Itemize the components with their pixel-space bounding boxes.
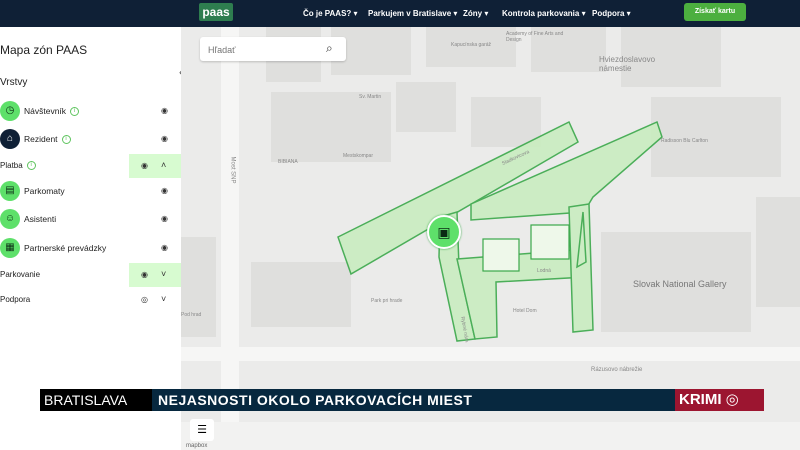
chevron-up-icon[interactable]: ˄ bbox=[161, 160, 166, 170]
eye-icon[interactable]: ◉ bbox=[161, 186, 168, 195]
group-highlight bbox=[129, 263, 181, 287]
search-icon[interactable]: ⌕ bbox=[326, 41, 333, 56]
eye-slash-icon[interactable]: ◎ bbox=[141, 295, 148, 304]
eye-icon[interactable]: ◉ bbox=[161, 106, 168, 115]
layer-parkomaty[interactable]: ▤ Parkomaty ◉ bbox=[0, 179, 181, 205]
group-label: Podpora bbox=[0, 295, 31, 304]
map-label: Slovak National Gallery bbox=[633, 279, 727, 289]
group-highlight bbox=[129, 154, 181, 178]
eye-icon[interactable]: ◉ bbox=[141, 161, 148, 170]
map-svg bbox=[181, 27, 800, 450]
nav-item-parkujem[interactable]: Parkujem v Bratislave ▾ bbox=[368, 0, 457, 27]
layer-rezident[interactable]: ⌂ Rezident i ◉ bbox=[0, 127, 181, 153]
parking-meter-marker-icon[interactable]: ▣ bbox=[427, 215, 461, 249]
channel-logo: KRIMI ◎ bbox=[675, 389, 764, 411]
group-parkovanie[interactable]: Parkovanie ◉ ˅ bbox=[0, 263, 181, 287]
clock-icon: ◷ bbox=[0, 101, 20, 121]
layer-label: Asistenti bbox=[24, 214, 57, 224]
assistant-icon: ☺ bbox=[0, 209, 20, 229]
eye-icon[interactable]: ◉ bbox=[161, 243, 168, 252]
top-navigation-bar: paas Čo je PAAS? ▾ Parkujem v Bratislave… bbox=[0, 0, 800, 27]
chevron-down-icon[interactable]: ˅ bbox=[161, 269, 166, 279]
group-label: Platba bbox=[0, 161, 23, 170]
map-label: BIBIANA bbox=[278, 159, 298, 165]
layer-navstevnik[interactable]: ◷ Návštevník i ◉ bbox=[0, 99, 181, 125]
map-label: Radisson Blu Carlton bbox=[661, 138, 708, 144]
ticker-city: BRATISLAVA bbox=[40, 389, 152, 411]
layer-asistenti[interactable]: ☺ Asistenti ◉ bbox=[0, 207, 181, 233]
ticker-headline: NEJASNOSTI OKOLO PARKOVACÍCH MIEST bbox=[158, 392, 473, 408]
chevron-down-icon[interactable]: ˅ bbox=[161, 294, 166, 304]
layers-toggle-icon[interactable]: ☰ bbox=[190, 419, 214, 441]
layers-heading: Vrstvy bbox=[0, 77, 28, 88]
group-platba[interactable]: Platba i ◉ ˄ bbox=[0, 154, 181, 178]
eye-icon[interactable]: ◉ bbox=[161, 134, 168, 143]
map-label: Pod hrad bbox=[181, 312, 202, 318]
get-card-button[interactable]: Získať kartu bbox=[684, 3, 746, 21]
info-icon[interactable]: i bbox=[26, 161, 36, 171]
circle-logo-icon: ◎ bbox=[725, 391, 739, 408]
sidebar: Mapa zón PAAS ‹ Vrstvy ◷ Návštevníki ◉ ⌂… bbox=[0, 27, 183, 450]
group-podpora[interactable]: Podpora ◎ ˅ bbox=[0, 288, 181, 312]
map-label: Hviezdoslavovo námestie bbox=[599, 55, 656, 73]
layer-label: Návštevník bbox=[24, 106, 67, 116]
map-label: Sv. Martin bbox=[359, 94, 382, 100]
map-label: Hotel Dom bbox=[513, 308, 537, 314]
layer-partnerske-prevadzky[interactable]: ▦ Partnerské prevádzky ◉ bbox=[0, 236, 181, 262]
eye-icon[interactable]: ◉ bbox=[141, 270, 148, 279]
map-canvas[interactable]: Kapucínska garáž Academy of Fine Arts an… bbox=[181, 27, 800, 450]
info-icon[interactable]: i bbox=[70, 107, 80, 117]
mapbox-attribution: mapbox bbox=[186, 443, 208, 449]
search-box[interactable]: ⌕ bbox=[200, 37, 346, 61]
nav-item-zony[interactable]: Zóny ▾ bbox=[463, 0, 488, 27]
parking-meter-icon: ▤ bbox=[0, 181, 20, 201]
map-label: Academy of Fine Arts and Design bbox=[506, 31, 564, 43]
paas-logo[interactable]: paas bbox=[199, 3, 233, 21]
map-label: Mestskompar bbox=[343, 153, 374, 159]
layer-label: Rezident bbox=[24, 134, 58, 144]
sidebar-title: Mapa zón PAAS bbox=[0, 43, 88, 57]
info-icon[interactable]: i bbox=[61, 135, 71, 145]
house-icon: ⌂ bbox=[0, 129, 20, 149]
map-label: Rázusovo nábrežie bbox=[591, 367, 643, 373]
layer-label: Parkomaty bbox=[24, 186, 65, 196]
nav-item-podpora[interactable]: Podpora ▾ bbox=[592, 0, 631, 27]
shop-icon: ▦ bbox=[0, 238, 20, 258]
map-label: Kapucínska garáž bbox=[451, 42, 492, 48]
map-label: Most SNP bbox=[229, 156, 236, 184]
map-label: Lodná bbox=[537, 268, 551, 274]
map-label: Park pri hrade bbox=[371, 298, 403, 304]
news-ticker: BRATISLAVA NEJASNOSTI OKOLO PARKOVACÍCH … bbox=[40, 389, 764, 411]
nav-item-kontrola[interactable]: Kontrola parkovania ▾ bbox=[502, 0, 586, 27]
nav-item-co-je-paas[interactable]: Čo je PAAS? ▾ bbox=[303, 0, 358, 27]
channel-name: KRIMI bbox=[679, 391, 722, 408]
group-label: Parkovanie bbox=[0, 270, 41, 279]
search-input[interactable] bbox=[206, 41, 322, 58]
eye-icon[interactable]: ◉ bbox=[161, 214, 168, 223]
layer-label: Partnerské prevádzky bbox=[24, 243, 107, 253]
